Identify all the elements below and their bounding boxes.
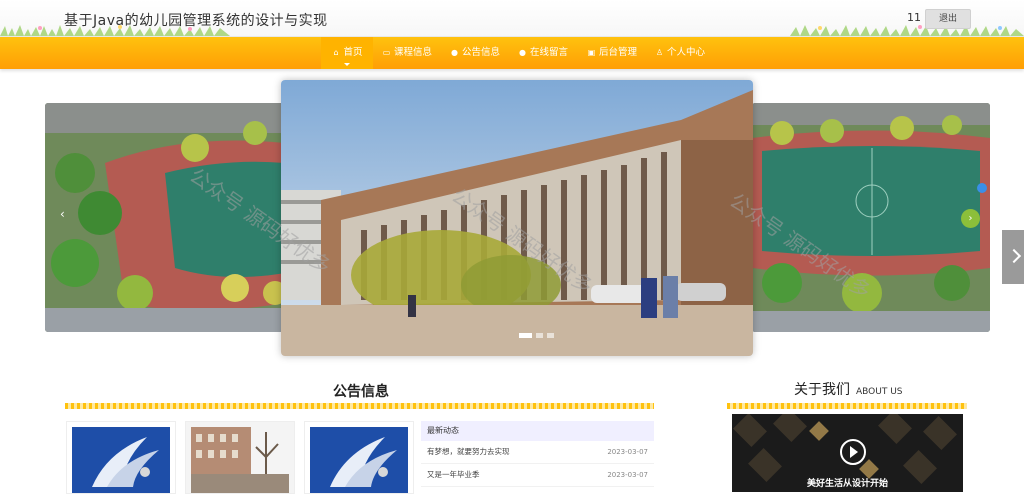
nav-item-messages[interactable]: ● 在线留言 — [518, 37, 568, 69]
about-caption: 美好生活从设计开始 — [806, 479, 888, 489]
home-icon: ⌂ — [333, 48, 339, 57]
nav-item-label: 公告信息 — [462, 47, 501, 58]
nav-item-profile[interactable]: ♙ 个人中心 — [655, 37, 705, 69]
notices-section-title: 公告信息 — [333, 384, 389, 400]
briefcase-icon: ▣ — [587, 48, 596, 57]
logout-button[interactable]: 退出 — [925, 9, 971, 29]
nav-item-notices[interactable]: ● 公告信息 — [450, 37, 500, 69]
chat-icon: ● — [519, 48, 526, 57]
news-item[interactable]: 又是一年毕业季 2023-03-07 — [421, 464, 654, 487]
info-icon: ● — [451, 48, 458, 57]
chevron-right-icon[interactable]: › — [961, 209, 980, 228]
news-header: 最新动态 — [421, 421, 654, 441]
nav-item-admin[interactable]: ▣ 后台管理 — [587, 37, 637, 69]
top-header: 基于Java的幼儿园管理系统的设计与实现 11 退出 — [0, 0, 1024, 37]
latest-news-list: 最新动态 有梦想，就要努力去实现 2023-03-07 又是一年毕业季 2023… — [421, 421, 654, 492]
notice-thumbnail — [67, 422, 175, 493]
nav-item-courses[interactable]: ▭ 课程信息 — [382, 37, 432, 69]
nav-item-label: 课程信息 — [394, 47, 433, 58]
news-title: 有梦想，就要努力去实现 — [427, 447, 510, 456]
carousel-dot-2[interactable] — [536, 333, 543, 338]
notice-thumbnail — [186, 422, 294, 493]
side-expand-tab[interactable] — [1002, 230, 1024, 284]
carousel-dot-3[interactable] — [547, 333, 554, 338]
notice-card[interactable] — [66, 421, 176, 494]
site-title: 基于Java的幼儿园管理系统的设计与实现 — [64, 13, 328, 29]
user-name: 11 — [907, 11, 921, 24]
carousel-slide-next[interactable] — [752, 103, 990, 332]
notice-card[interactable] — [185, 421, 295, 494]
nav-item-label: 在线留言 — [530, 47, 569, 58]
bag-icon: ▭ — [382, 48, 391, 57]
campus-aerial-photo — [45, 103, 285, 332]
user-icon: ♙ — [655, 48, 664, 57]
about-subtitle: ABOUT US — [856, 387, 903, 397]
about-section-title: 关于我们 ABOUT US — [794, 379, 903, 399]
chevron-left-icon[interactable]: ‹ — [60, 207, 65, 221]
nav-item-label: 后台管理 — [599, 47, 638, 58]
nav-item-home[interactable]: ⌂ 首页 — [321, 37, 373, 69]
building-photo — [281, 80, 753, 356]
play-icon[interactable] — [840, 439, 866, 465]
about-video[interactable]: 美好生活从设计开始 — [732, 414, 963, 492]
news-item[interactable]: 有梦想，就要努力去实现 2023-03-07 — [421, 441, 654, 464]
carousel-dot-1[interactable] — [519, 333, 532, 338]
carousel-slide-active[interactable] — [281, 80, 753, 356]
section-divider — [727, 403, 967, 409]
notice-card[interactable] — [304, 421, 414, 494]
notice-thumbnail — [305, 422, 413, 493]
campus-aerial-photo — [752, 103, 990, 332]
carousel-slide-prev[interactable]: ‹ — [45, 103, 285, 332]
section-divider — [65, 403, 654, 409]
nav-item-label: 个人中心 — [667, 47, 706, 58]
news-title: 又是一年毕业季 — [427, 470, 480, 479]
main-nav: ⌂ 首页 ▭ 课程信息 ● 公告信息 ● 在线留言 ▣ 后台管理 ♙ 个人中心 — [0, 37, 1024, 69]
news-date: 2023-03-07 — [607, 448, 648, 456]
nav-item-label: 首页 — [343, 47, 363, 58]
about-title: 关于我们 — [794, 382, 850, 398]
news-date: 2023-03-07 — [607, 471, 648, 479]
grass-decoration-right — [790, 25, 1024, 36]
